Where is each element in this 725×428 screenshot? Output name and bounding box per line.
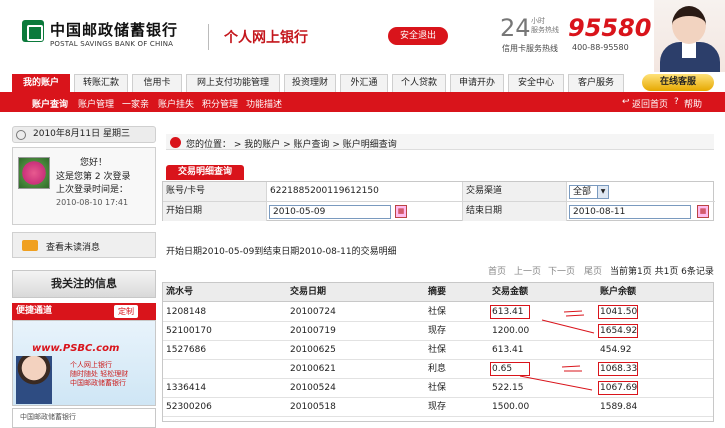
annotation-mark xyxy=(565,314,585,317)
annotation-mark xyxy=(563,310,583,313)
annotation-line xyxy=(519,375,593,391)
annotation-line xyxy=(541,319,595,334)
annotation-mark xyxy=(561,365,581,368)
handwritten-annotations xyxy=(519,310,595,391)
